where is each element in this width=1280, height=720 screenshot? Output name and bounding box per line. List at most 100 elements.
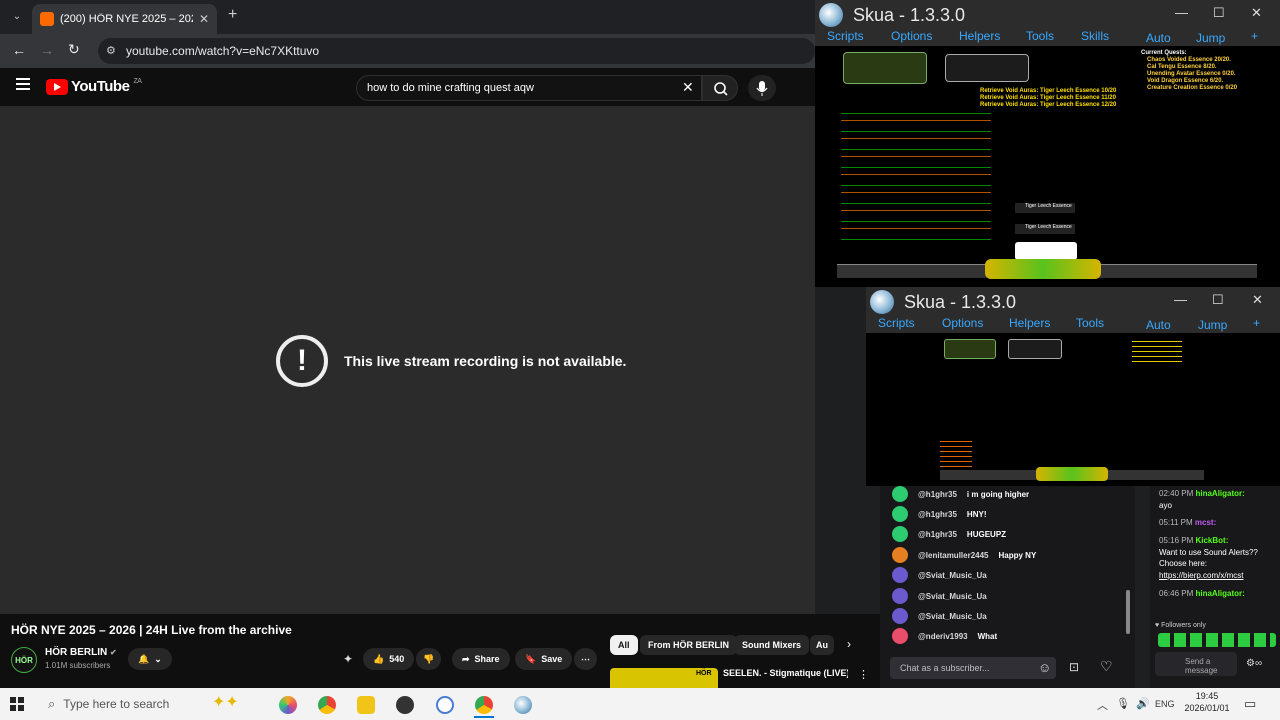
chat-username[interactable]: @Sviat_Music_Ua (918, 612, 987, 621)
dislike-button[interactable]: 👎 (416, 648, 442, 670)
chip-from-channel[interactable]: From HÖR BERLIN (640, 635, 737, 655)
menu-tools[interactable]: Tools (1076, 316, 1104, 330)
heart-icon[interactable]: ♡ (1100, 658, 1113, 675)
search-button[interactable] (702, 75, 738, 101)
related-more-icon[interactable]: ⋮ (858, 668, 869, 681)
notifications-button[interactable]: 🔔 ⌄ (128, 648, 172, 670)
menu-tools[interactable]: Tools (1026, 29, 1054, 43)
obs-icon[interactable] (396, 696, 414, 714)
snipping-tool-icon[interactable] (436, 696, 454, 714)
minimize-button[interactable]: — (1175, 5, 1188, 20)
menu-skills[interactable]: Skills (1081, 29, 1109, 43)
chat-settings-icon[interactable]: ⚙∞ (1246, 658, 1262, 669)
new-tab-button[interactable]: + (228, 6, 237, 24)
chat-input[interactable]: Chat as a subscriber... (890, 657, 1056, 679)
chip-audio[interactable]: Au (810, 635, 834, 655)
maximize-button[interactable]: ☐ (1212, 292, 1224, 308)
reload-icon[interactable]: ↻ (68, 41, 80, 58)
chat-username[interactable]: @Sviat_Music_Ua (918, 592, 987, 601)
chip-sound-mixers[interactable]: Sound Mixers (734, 635, 810, 655)
chat-avatar[interactable] (892, 608, 908, 624)
menu-auto[interactable]: Auto (1146, 31, 1171, 45)
search-input[interactable]: how to do mine crafting quest aqw (356, 75, 702, 101)
more-actions-button[interactable]: ⋯ (574, 648, 597, 670)
menu-helpers[interactable]: Helpers (959, 29, 1000, 43)
like-button[interactable]: 👍 540 (363, 648, 415, 670)
close-button[interactable]: ✕ (1252, 292, 1263, 308)
file-explorer-icon[interactable] (357, 696, 375, 714)
menu-jump[interactable]: Jump (1198, 318, 1227, 332)
emote-bar[interactable] (1158, 633, 1276, 647)
browser-tab[interactable]: (200) HÖR NYE 2025 – 2026 ✕ (32, 4, 217, 34)
save-button[interactable]: 🔖 Save (515, 648, 573, 670)
menu-auto[interactable]: Auto (1146, 318, 1171, 332)
menu-options[interactable]: Options (891, 29, 932, 43)
menu-helpers[interactable]: Helpers (1009, 316, 1050, 330)
gift-icon[interactable]: ⊡ (1069, 660, 1079, 674)
chat-username[interactable]: @Sviat_Music_Ua (918, 571, 987, 580)
voice-search-button[interactable] (748, 75, 776, 101)
skill-bar[interactable] (1036, 467, 1108, 481)
related-video-title[interactable]: SEELEN. - Stigmatique (LIVE) | HÖR - Dec… (723, 668, 848, 679)
chat-username[interactable]: @h1ghr35 (918, 530, 957, 539)
close-tab-icon[interactable]: ✕ (199, 12, 209, 26)
chat-username[interactable]: @h1ghr35 (918, 490, 957, 499)
taskbar-search[interactable]: ⌕ Type here to search (38, 688, 238, 720)
verified-icon: ✔ (110, 648, 117, 657)
skua-window-1[interactable]: Skua - 1.3.3.0 — ☐ ✕ Scripts Options Hel… (815, 0, 1280, 287)
close-button[interactable]: ✕ (1251, 5, 1262, 21)
chat-avatar[interactable] (892, 526, 908, 542)
channel-avatar[interactable]: HÖR (11, 647, 37, 673)
site-info-icon[interactable]: ⚙ (106, 44, 116, 57)
menu-scripts[interactable]: Scripts (878, 316, 915, 330)
skill-bar[interactable] (985, 259, 1101, 279)
maximize-button[interactable]: ☐ (1213, 5, 1225, 21)
chrome-icon-active[interactable] (475, 696, 493, 714)
channel-name[interactable]: HÖR BERLIN ✔ (45, 647, 117, 658)
minimize-button[interactable]: — (1174, 292, 1187, 307)
forward-icon[interactable]: → (40, 42, 54, 58)
chat-username[interactable]: @h1ghr35 (918, 510, 957, 519)
microphone-tray-icon[interactable]: 🎙 (1116, 697, 1130, 710)
skua-window-2[interactable]: Skua - 1.3.3.0 — ☐ ✕ Scripts Options Hel… (866, 287, 1280, 486)
clear-search-icon[interactable]: ✕ (682, 79, 694, 96)
chat-link[interactable]: https://bierp.com/x/mcst (1159, 570, 1243, 581)
chat-username[interactable]: @nderiv1993 (918, 632, 968, 641)
youtube-logo[interactable]: YouTube ZA (46, 78, 142, 95)
windows-start-icon[interactable] (10, 697, 24, 711)
chat-avatar[interactable] (892, 628, 908, 644)
chat-username[interactable]: @lenitamuller2445 (918, 551, 989, 560)
copilot-icon[interactable] (279, 696, 297, 714)
notifications-icon[interactable]: ▭ (1244, 696, 1256, 712)
back-icon[interactable]: ← (12, 42, 26, 58)
emoji-icon[interactable]: ☺ (1038, 660, 1051, 675)
chat-avatar[interactable] (892, 547, 908, 563)
chrome-icon[interactable] (318, 696, 336, 714)
menu-jump[interactable]: Jump (1196, 31, 1225, 45)
skua-icon[interactable] (514, 696, 532, 714)
chat-avatar[interactable] (892, 567, 908, 583)
share-button[interactable]: ➦ Share (452, 648, 510, 670)
related-video-thumbnail[interactable]: HÖR (610, 668, 718, 688)
chat-avatar[interactable] (892, 486, 908, 502)
chat-scrollbar[interactable] (1126, 590, 1130, 634)
chip-all[interactable]: All (610, 635, 638, 655)
chat-avatar[interactable] (892, 588, 908, 604)
chat-avatar[interactable] (892, 506, 908, 522)
add-tab-icon[interactable]: + (1253, 316, 1260, 330)
sparkle-icon[interactable]: ✦ (343, 652, 353, 666)
url-field[interactable]: youtube.com/watch?v=eNc7XKttuvo (98, 38, 815, 64)
language-indicator[interactable]: ENG (1155, 699, 1175, 709)
send-message-input[interactable]: Send a message (1155, 652, 1237, 676)
chips-next-icon[interactable]: › (847, 637, 851, 651)
show-hidden-icons[interactable]: ︿ (1097, 697, 1108, 713)
menu-options[interactable]: Options (942, 316, 983, 330)
volume-icon[interactable]: 🔊 (1136, 697, 1150, 710)
clock[interactable]: 19:45 2026/01/01 (1182, 690, 1232, 714)
add-tab-icon[interactable]: + (1251, 29, 1258, 43)
search-highlights-icon[interactable]: ✦✦ (212, 692, 239, 712)
subscriber-count: 1.01M subscribers (45, 661, 111, 670)
tab-list-button[interactable]: ⌄ (8, 8, 26, 26)
menu-scripts[interactable]: Scripts (827, 29, 864, 43)
menu-icon[interactable] (16, 78, 30, 90)
